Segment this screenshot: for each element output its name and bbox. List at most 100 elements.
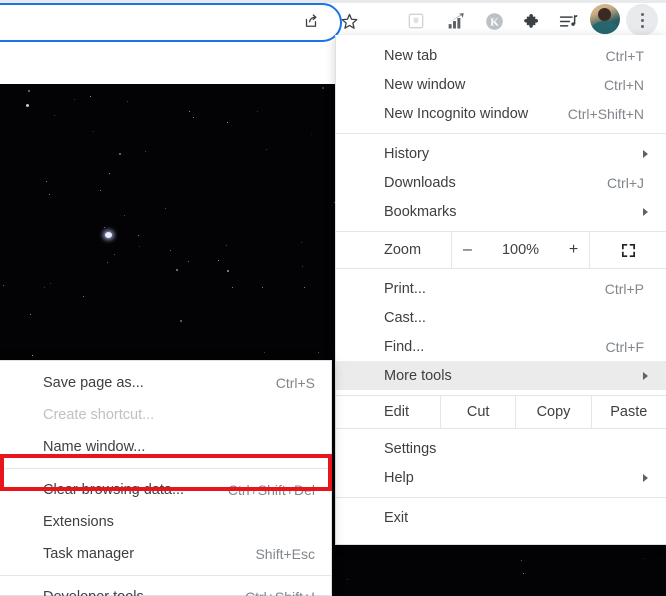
star bbox=[187, 261, 189, 263]
submenu-item-task-manager[interactable]: Task manager Shift+Esc bbox=[0, 538, 331, 570]
zoom-out-button[interactable]: – bbox=[461, 241, 475, 259]
edit-label: Edit bbox=[384, 404, 409, 420]
star bbox=[302, 265, 304, 267]
star bbox=[2, 285, 4, 287]
submenu-item-shortcut: Ctrl+Shift+I bbox=[245, 589, 321, 596]
menu-item-downloads[interactable]: Downloads Ctrl+J bbox=[336, 168, 666, 197]
star bbox=[32, 355, 34, 357]
avatar[interactable] bbox=[590, 4, 620, 34]
menu-action-copy[interactable]: Copy bbox=[515, 396, 590, 428]
zoom-controls: – 100% + bbox=[451, 232, 590, 268]
menu-item-label: Help bbox=[384, 469, 414, 486]
menu-item-help[interactable]: Help bbox=[336, 463, 666, 492]
menu-item-label: Downloads bbox=[384, 174, 456, 191]
menu-item-exit[interactable]: Exit bbox=[336, 503, 666, 532]
star bbox=[92, 130, 94, 132]
star bbox=[303, 286, 305, 288]
star bbox=[82, 296, 84, 298]
shield-extension-icon[interactable] bbox=[400, 5, 432, 37]
submenu-item-developer-tools[interactable]: Developer tools Ctrl+Shift+I bbox=[0, 581, 331, 596]
menu-item-shortcut: Ctrl+J bbox=[607, 174, 644, 191]
menu-item-new-window[interactable]: New window Ctrl+N bbox=[336, 70, 666, 99]
menu-item-print[interactable]: Print... Ctrl+P bbox=[336, 274, 666, 303]
star bbox=[43, 286, 45, 288]
menu-item-cast[interactable]: Cast... bbox=[336, 303, 666, 332]
submenu-item-label: Name window... bbox=[43, 439, 146, 455]
submenu-item-clear-browsing-data[interactable]: Clear browsing data... Ctrl+Shift+Del bbox=[0, 474, 331, 506]
menu-separator bbox=[336, 133, 666, 134]
star bbox=[170, 249, 172, 251]
zoom-label: Zoom bbox=[384, 242, 422, 258]
zoom-in-button[interactable]: + bbox=[567, 241, 581, 259]
star bbox=[73, 98, 75, 100]
star bbox=[127, 100, 129, 102]
bright-star bbox=[105, 232, 112, 238]
star bbox=[257, 110, 259, 112]
star bbox=[90, 96, 92, 98]
star bbox=[180, 319, 183, 322]
menu-item-shortcut: Ctrl+F bbox=[605, 338, 645, 355]
submenu-item-label: Clear browsing data... bbox=[43, 482, 185, 498]
menu-item-label: New tab bbox=[384, 47, 438, 64]
chevron-right-icon bbox=[643, 149, 648, 158]
menu-item-shortcut: Ctrl+Shift+N bbox=[567, 105, 644, 122]
analytics-extension-icon[interactable] bbox=[440, 5, 472, 37]
star bbox=[226, 270, 229, 273]
menu-dot bbox=[640, 12, 644, 16]
submenu-item-save-page-as[interactable]: Save page as... Ctrl+S bbox=[0, 367, 331, 399]
menu-zoom-row: Zoom – 100% + bbox=[336, 231, 666, 269]
submenu-item-extensions[interactable]: Extensions bbox=[0, 506, 331, 538]
chevron-right-icon bbox=[643, 207, 648, 216]
star bbox=[520, 559, 522, 561]
menu-item-label: History bbox=[384, 145, 430, 162]
menu-action-cut[interactable]: Cut bbox=[440, 396, 515, 428]
star bbox=[54, 114, 56, 116]
star bbox=[107, 261, 109, 263]
svg-text:K: K bbox=[490, 16, 499, 28]
star bbox=[226, 121, 228, 123]
menu-item-find[interactable]: Find... Ctrl+F bbox=[336, 332, 666, 361]
menu-item-label: More tools bbox=[384, 367, 452, 384]
menu-dot bbox=[640, 24, 644, 28]
menu-action-paste[interactable]: Paste bbox=[590, 396, 666, 428]
menu-item-label: Print... bbox=[384, 280, 426, 297]
submenu-item-shortcut: Ctrl+Shift+Del bbox=[227, 482, 315, 498]
submenu-item-name-window[interactable]: Name window... bbox=[0, 431, 331, 463]
menu-separator bbox=[336, 497, 666, 498]
star bbox=[27, 90, 30, 93]
submenu-item-shortcut: Ctrl+S bbox=[275, 375, 315, 391]
star bbox=[226, 244, 228, 246]
puzzle-extensions-icon[interactable] bbox=[516, 5, 548, 37]
zoom-level-value: 100% bbox=[501, 242, 540, 258]
menu-item-more-tools[interactable]: More tools bbox=[336, 361, 666, 390]
menu-item-new-incognito-window[interactable]: New Incognito window Ctrl+Shift+N bbox=[336, 99, 666, 128]
address-bar[interactable] bbox=[0, 3, 342, 42]
bookmark-star-icon[interactable] bbox=[333, 5, 365, 37]
submenu-item-label: Developer tools bbox=[43, 589, 144, 596]
menu-item-history[interactable]: History bbox=[336, 139, 666, 168]
star bbox=[232, 287, 234, 289]
star bbox=[165, 208, 167, 209]
star bbox=[109, 172, 111, 174]
menu-item-new-tab[interactable]: New tab Ctrl+T bbox=[336, 41, 666, 70]
menu-item-label: Settings bbox=[384, 440, 437, 457]
star bbox=[123, 214, 125, 216]
star bbox=[193, 116, 195, 118]
star bbox=[104, 226, 106, 228]
three-dot-menu-icon[interactable] bbox=[626, 4, 658, 36]
menu-item-bookmarks[interactable]: Bookmarks bbox=[336, 197, 666, 226]
fullscreen-icon[interactable] bbox=[590, 232, 666, 268]
star bbox=[139, 246, 141, 248]
star bbox=[49, 193, 51, 195]
share-icon[interactable] bbox=[295, 5, 327, 37]
star bbox=[262, 287, 264, 289]
menu-item-label: New Incognito window bbox=[384, 105, 529, 122]
media-playlist-icon[interactable] bbox=[552, 5, 584, 37]
star bbox=[322, 86, 325, 89]
menu-item-settings[interactable]: Settings bbox=[336, 434, 666, 463]
submenu-item-shortcut: Shift+Esc bbox=[255, 546, 315, 562]
star bbox=[264, 352, 266, 354]
k-extension-icon[interactable]: K bbox=[478, 5, 510, 37]
star bbox=[138, 234, 139, 236]
star bbox=[114, 254, 116, 256]
